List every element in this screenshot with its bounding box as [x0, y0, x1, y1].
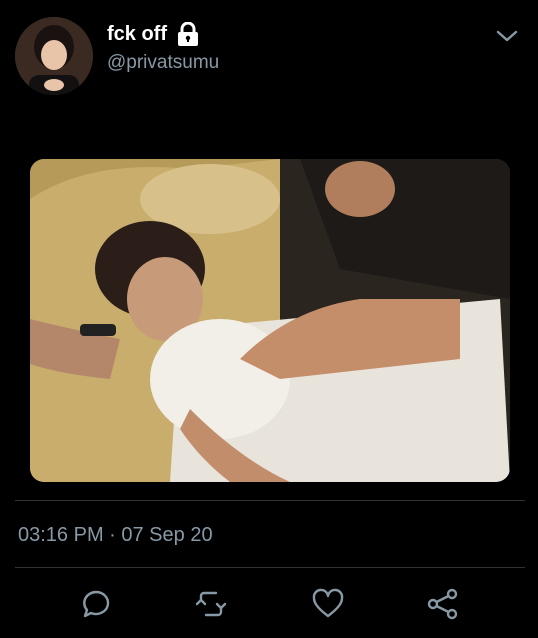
profile-avatar[interactable]	[15, 17, 93, 95]
tweet-timestamp[interactable]: 03:16 PM · 07 Sep 20	[18, 524, 213, 547]
tweet-actions	[0, 588, 538, 622]
avatar-image	[15, 17, 93, 95]
user-handle[interactable]: @privatsumu	[107, 52, 219, 74]
media-photo	[30, 159, 510, 482]
tweet-media-image[interactable]	[30, 159, 510, 482]
display-name[interactable]: fck off	[107, 23, 167, 46]
divider-top	[15, 500, 525, 501]
name-row: fck off	[107, 21, 199, 46]
lock-icon	[177, 21, 199, 46]
share-icon[interactable]	[427, 588, 459, 620]
reply-icon[interactable]	[80, 588, 112, 620]
retweet-icon[interactable]	[195, 588, 227, 620]
divider-bottom	[15, 567, 525, 568]
chevron-down-icon[interactable]	[494, 24, 520, 46]
heart-icon[interactable]	[312, 588, 344, 620]
